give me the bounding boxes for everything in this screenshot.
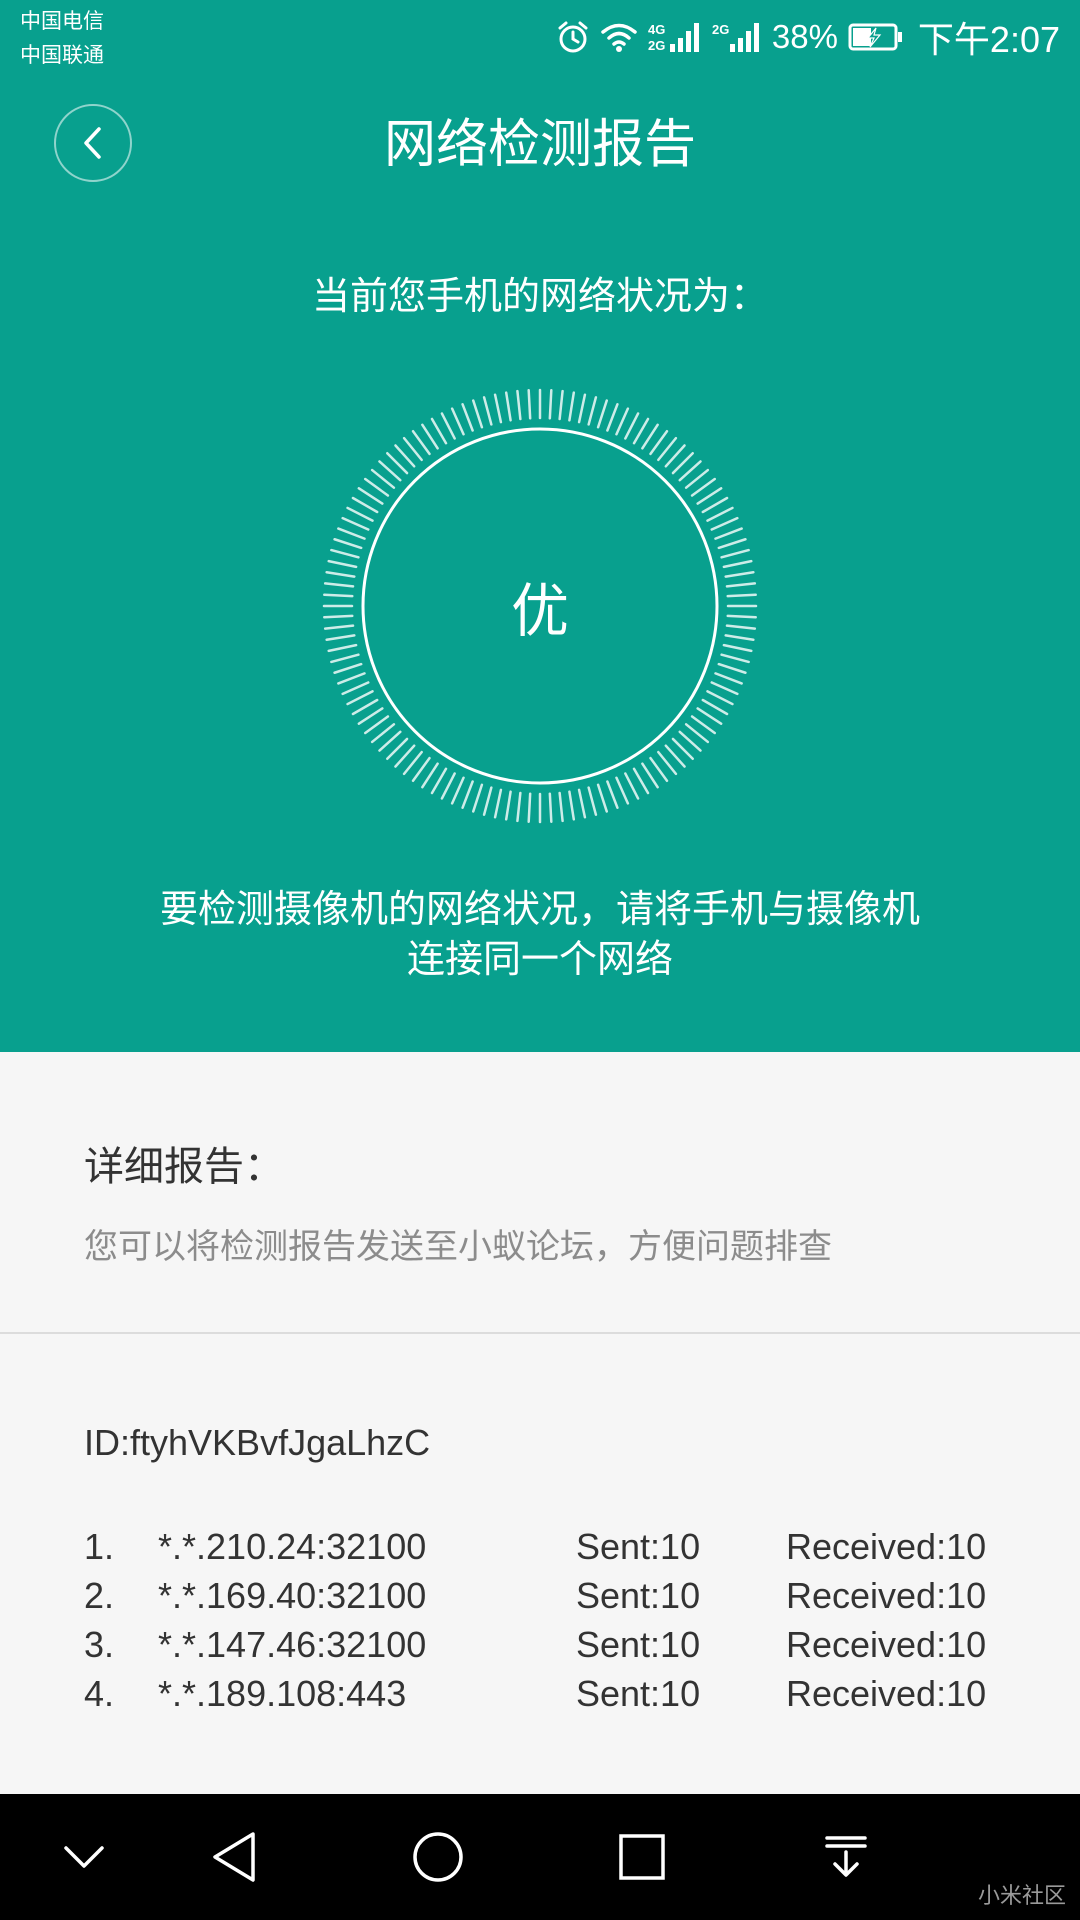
wifi-icon [600,21,638,53]
alarm-icon [556,20,590,54]
signal-icon-2: 2G [712,20,762,54]
chevron-down-icon [64,1846,104,1868]
network-quality-gauge: 优 [320,386,760,826]
hint-line-2: 连接同一个网络 [406,937,673,981]
device-id: ID:ftyhVKBvfJgaLhzC [84,1422,431,1463]
nav-notifications-button[interactable] [806,1817,886,1897]
nav-recents-button[interactable] [602,1817,682,1897]
packets-received: Received:10 [786,1575,987,1616]
server-list: 1. *.*.210.24:32100 Sent:10 Received:10 … [84,1522,1024,1718]
server-address: *.*.210.24:32100 [158,1526,427,1567]
packets-sent: Sent:10 [576,1575,701,1616]
navigation-bar: 小米社区 [0,1794,1080,1920]
carrier-2: 中国联通 [20,43,104,67]
carrier-1: 中国电信 [20,9,104,33]
server-row: 4. *.*.189.108:443 Sent:10 Received:10 [84,1669,1024,1718]
network-quality-grade: 优 [510,577,569,645]
server-index: 4. [84,1673,115,1714]
home-circle-icon [413,1832,463,1882]
report-heading: 详细报告： [84,1144,284,1190]
server-index: 3. [84,1624,115,1665]
watermark: 小米社区 [977,1884,1066,1909]
server-index: 2. [84,1575,115,1616]
svg-text:2G: 2G [648,38,665,53]
battery-percent: 38% [771,18,838,55]
packets-sent: Sent:10 [576,1624,701,1665]
status-bar: 中国电信 中国联通 4G 2G 2G 38% 下午2:07 [0,0,1080,70]
battery-charging-icon [848,22,904,52]
packets-received: Received:10 [786,1673,987,1714]
report-description: 您可以将检测报告发送至小蚁论坛，方便问题排查 [84,1227,832,1267]
notification-pull-icon [825,1836,867,1877]
back-triangle-icon [213,1832,255,1882]
status-icons: 4G 2G 2G 38% 下午2:07 [546,10,1060,64]
clock: 下午2:07 [917,19,1060,60]
svg-text:4G: 4G [648,22,665,37]
server-address: *.*.189.108:443 [158,1673,407,1714]
svg-text:2G: 2G [712,22,729,37]
packets-sent: Sent:10 [576,1526,701,1567]
server-row: 2. *.*.169.40:32100 Sent:10 Received:10 [84,1571,1024,1620]
server-row: 1. *.*.210.24:32100 Sent:10 Received:10 [84,1522,1024,1571]
network-status-question: 当前您手机的网络状况为： [311,274,768,318]
packets-received: Received:10 [786,1526,987,1567]
packets-received: Received:10 [786,1624,987,1665]
server-address: *.*.147.46:32100 [158,1624,427,1665]
recents-square-icon [619,1834,665,1880]
hint-line-1: 要检测摄像机的网络状况，请将手机与摄像机 [159,887,920,931]
divider [0,1332,1080,1334]
nav-collapse-button[interactable] [44,1817,124,1897]
nav-back-button[interactable] [194,1817,274,1897]
packets-sent: Sent:10 [576,1673,701,1714]
camera-network-hint: 要检测摄像机的网络状况，请将手机与摄像机 连接同一个网络 [60,884,1020,984]
network-summary-panel: 中国电信 中国联通 4G 2G 2G 38% 下午2:07 网络检测报告 当前您… [0,0,1080,1052]
server-row: 3. *.*.147.46:32100 Sent:10 Received:10 [84,1620,1024,1669]
server-index: 1. [84,1526,115,1567]
nav-home-button[interactable] [398,1817,478,1897]
page-title: 网络检测报告 [383,115,696,175]
server-address: *.*.169.40:32100 [158,1575,427,1616]
signal-icon: 4G 2G [648,20,702,54]
